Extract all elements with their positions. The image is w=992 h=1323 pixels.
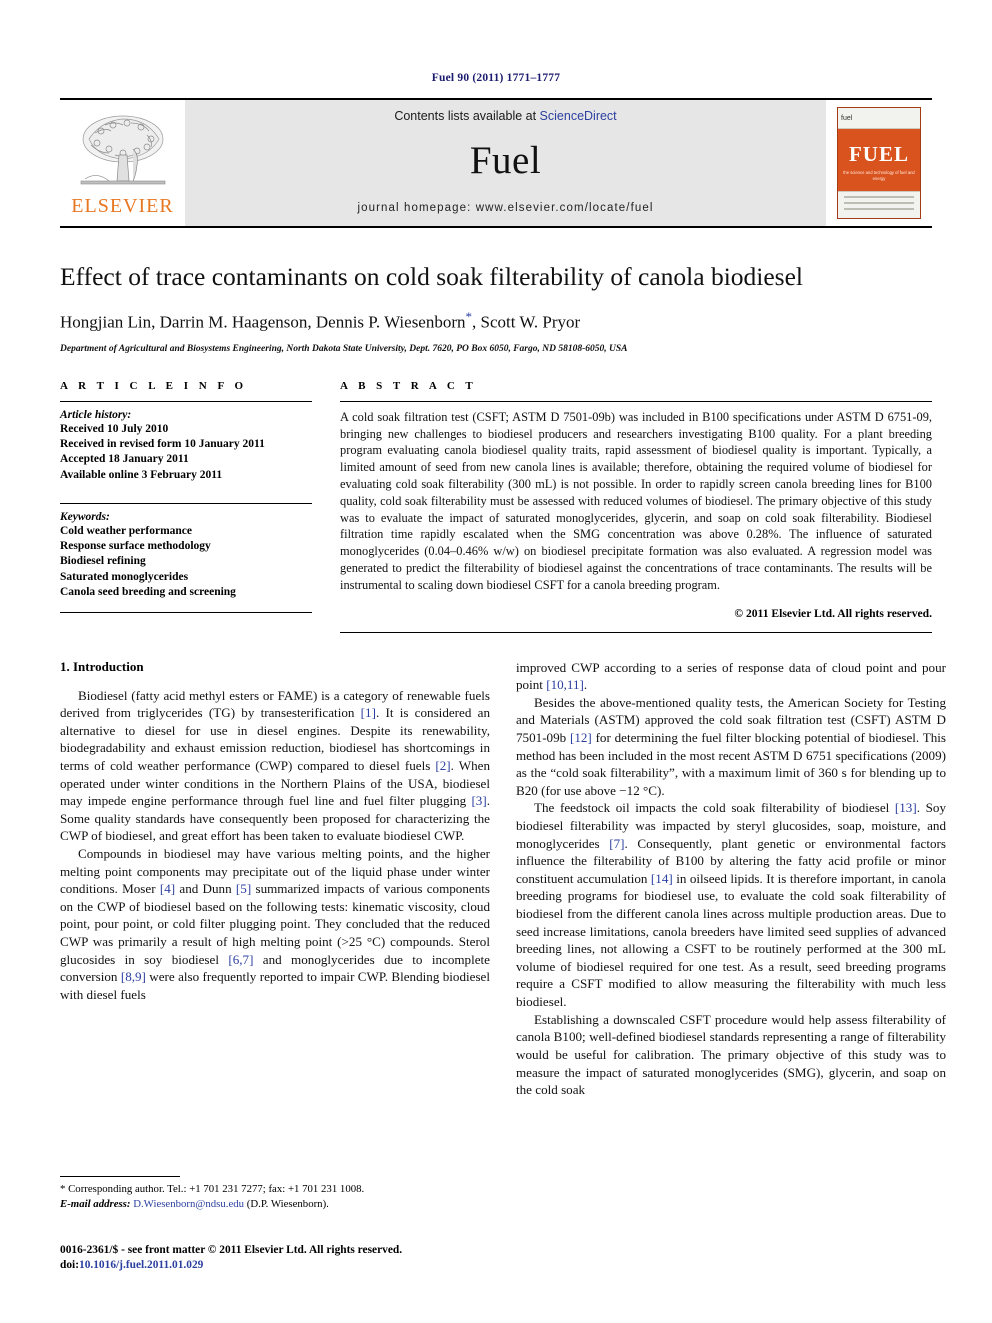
body-columns: 1. Introduction Biodiesel (fatty acid me…	[60, 659, 946, 1099]
abstract-heading: A B S T R A C T	[340, 379, 477, 392]
history-item: Available online 3 February 2011	[60, 468, 223, 481]
citation-link[interactable]: [6,7]	[228, 952, 253, 967]
body-column-left: 1. Introduction Biodiesel (fatty acid me…	[60, 659, 490, 1099]
cover-title: FUEL	[848, 142, 909, 166]
journal-cover-thumbnail[interactable]: fuel FUEL the science and technology of …	[826, 100, 932, 226]
divider	[340, 631, 932, 633]
elsevier-wordmark: ELSEVIER	[71, 194, 174, 217]
history-item: Accepted 18 January 2011	[60, 453, 189, 466]
title-block: Effect of trace contaminants on cold soa…	[60, 262, 932, 354]
authors-main: Hongjian Lin, Darrin M. Haagenson, Denni…	[60, 312, 466, 332]
citation-link[interactable]: [5]	[236, 881, 251, 896]
doi-link[interactable]: 10.1016/j.fuel.2011.01.029	[79, 1259, 203, 1271]
sciencedirect-link[interactable]: ScienceDirect	[540, 109, 617, 123]
citation-link[interactable]: [8,9]	[121, 969, 146, 984]
corresponding-author-footnote: * Corresponding author. Tel.: +1 701 231…	[60, 1176, 490, 1212]
keywords-block: Keywords: Cold weather performance Respo…	[60, 502, 312, 600]
divider	[60, 612, 312, 614]
cover-masthead-text: fuel	[838, 108, 920, 129]
cover-subtitle: the science and technology of fuel and e…	[843, 170, 915, 182]
history-item: Received in revised form 10 January 2011	[60, 438, 265, 451]
divider	[340, 400, 932, 402]
abstract-text: A cold soak filtration test (CSFT; ASTM …	[340, 409, 932, 592]
body-paragraph: Establishing a downscaled CSFT procedure…	[516, 1011, 946, 1098]
contents-prefix: Contents lists available at	[394, 109, 540, 123]
citation-link[interactable]: [14]	[651, 871, 673, 886]
divider	[60, 1176, 180, 1177]
affiliation: Department of Agricultural and Biosystem…	[60, 343, 628, 354]
citation-link[interactable]: [7]	[609, 836, 624, 851]
history-item: Received 10 July 2010	[60, 422, 169, 435]
corresponding-author-contact: * Corresponding author. Tel.: +1 701 231…	[60, 1183, 365, 1195]
issn-line: 0016-2361/$ - see front matter © 2011 El…	[60, 1244, 403, 1256]
email-link[interactable]: D.Wiesenborn@ndsu.edu	[133, 1198, 244, 1210]
page-title: Effect of trace contaminants on cold soa…	[60, 262, 804, 291]
cover-footer-band	[838, 191, 920, 218]
citation-link[interactable]: [10,11]	[546, 677, 584, 692]
paper-page: Fuel 90 (2011) 1771–1777 ELSEVIER Conten…	[0, 0, 992, 1323]
body-paragraph: improved CWP according to a series of re…	[516, 659, 946, 693]
citation-link[interactable]: [1]	[361, 705, 376, 720]
citation-link[interactable]: [12]	[570, 730, 592, 745]
doi-line: doi:10.1016/j.fuel.2011.01.029	[60, 1258, 560, 1273]
body-paragraph: Biodiesel (fatty acid methyl esters or F…	[60, 687, 490, 844]
journal-masthead: ELSEVIER Contents lists available at Sci…	[60, 98, 932, 228]
author-list: Hongjian Lin, Darrin M. Haagenson, Denni…	[60, 309, 932, 333]
body-paragraph: The feedstock oil impacts the cold soak …	[516, 800, 947, 1010]
body-paragraph: Besides the above-mentioned quality test…	[516, 694, 946, 798]
body-paragraph: Compounds in biodiesel may have various …	[60, 845, 491, 1002]
info-abstract-section: A R T I C L E I N F O Article history: R…	[60, 380, 932, 633]
contents-available-line: Contents lists available at ScienceDirec…	[394, 109, 616, 123]
keyword-item: Biodiesel refining	[60, 555, 146, 568]
abstract-column: A B S T R A C T A cold soak filtration t…	[340, 380, 932, 633]
citation-link[interactable]: [3]	[471, 793, 486, 808]
email-label: E-mail address:	[60, 1197, 131, 1210]
abstract-copyright: © 2011 Elsevier Ltd. All rights reserved…	[734, 606, 932, 620]
masthead-center: Contents lists available at ScienceDirec…	[185, 100, 826, 226]
citation-link[interactable]: [4]	[160, 881, 175, 896]
running-head: Fuel 90 (2011) 1771–1777	[431, 72, 561, 84]
journal-homepage-link[interactable]: journal homepage: www.elsevier.com/locat…	[357, 202, 653, 214]
journal-title: Fuel	[469, 139, 542, 182]
article-info-column: A R T I C L E I N F O Article history: R…	[60, 380, 312, 633]
issn-doi-footer: 0016-2361/$ - see front matter © 2011 El…	[60, 1243, 560, 1274]
citation-link[interactable]: [2]	[435, 758, 450, 773]
divider	[60, 502, 312, 504]
keyword-item: Cold weather performance	[60, 524, 193, 537]
authors-tail: , Scott W. Pryor	[472, 312, 581, 332]
divider	[60, 400, 312, 402]
keyword-item: Response surface methodology	[60, 540, 211, 553]
citation-link[interactable]: [13]	[895, 800, 917, 815]
elsevier-tree-icon	[71, 109, 175, 193]
article-history-label: Article history:	[60, 408, 132, 421]
keyword-item: Saturated monoglycerides	[60, 570, 189, 583]
keyword-item: Canola seed breeding and screening	[60, 585, 236, 598]
body-column-right: improved CWP according to a series of re…	[516, 659, 946, 1099]
doi-label: doi:	[60, 1259, 79, 1272]
publisher-logo: ELSEVIER	[60, 100, 185, 226]
section-heading-introduction: 1. Introduction	[60, 658, 144, 674]
article-info-heading: A R T I C L E I N F O	[60, 379, 248, 392]
email-line: E-mail address: D.Wiesenborn@ndsu.edu (D…	[60, 1197, 490, 1212]
email-owner: (D.P. Wiesenborn).	[244, 1197, 329, 1210]
keywords-label: Keywords:	[60, 510, 110, 523]
